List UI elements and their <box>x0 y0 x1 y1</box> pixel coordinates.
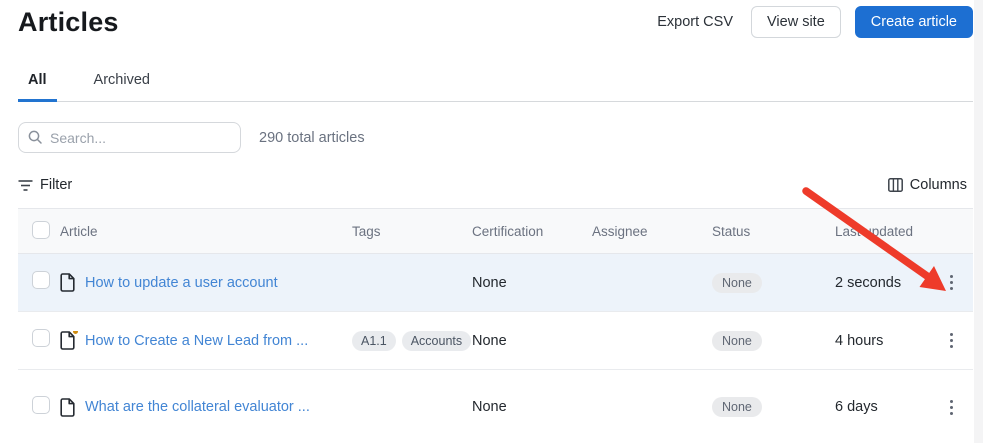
search-box <box>18 122 241 153</box>
row-actions-kebab-menu[interactable] <box>944 329 959 352</box>
tab-bar: All Archived <box>18 66 973 102</box>
total-articles-count: 290 total articles <box>259 129 365 146</box>
document-icon <box>60 331 79 350</box>
article-link[interactable]: What are the collateral evaluator ... <box>85 399 310 415</box>
tag-pill: Accounts <box>401 330 472 351</box>
table-row[interactable]: How to Create a New Lead from ... A1.1 Ac… <box>18 312 973 370</box>
filter-label: Filter <box>40 177 73 193</box>
create-article-button[interactable]: Create article <box>854 6 973 38</box>
tags-cell: A1.1 Accounts <box>352 330 472 351</box>
filter-button[interactable]: Filter <box>18 177 72 193</box>
export-csv-button[interactable]: Export CSV <box>653 8 737 36</box>
scrollbar-gutter <box>974 0 983 443</box>
articles-table: Article Tags Certification Assignee Stat… <box>18 208 973 444</box>
table-header-row: Article Tags Certification Assignee Stat… <box>18 208 973 254</box>
top-bar: Articles Export CSV View site Create art… <box>0 0 983 40</box>
certification-cell: None <box>472 399 507 415</box>
unsaved-changes-dot <box>72 331 79 335</box>
row-actions-kebab-menu[interactable] <box>944 271 959 294</box>
column-header-last-updated[interactable]: Last updated <box>835 224 930 239</box>
table-toolbar: Filter Columns <box>18 177 967 193</box>
column-header-article[interactable]: Article <box>60 224 352 239</box>
table-body: How to update a user account None None 2… <box>18 254 973 444</box>
last-updated-cell: 2 seconds <box>835 274 902 291</box>
page-title: Articles <box>18 6 119 37</box>
certification-cell: None <box>472 332 507 349</box>
columns-button[interactable]: Columns <box>887 177 967 193</box>
tag-pill: A1.1 <box>352 330 396 351</box>
column-header-assignee[interactable]: Assignee <box>592 224 712 239</box>
column-header-certification[interactable]: Certification <box>472 224 592 239</box>
status-cell: None <box>712 272 835 293</box>
tab-all[interactable]: All <box>18 66 57 102</box>
columns-icon <box>887 178 903 192</box>
top-actions: Export CSV View site Create article <box>653 6 973 38</box>
view-site-button[interactable]: View site <box>751 6 841 38</box>
certification-cell: None <box>472 274 507 291</box>
search-input[interactable] <box>18 122 241 153</box>
status-badge: None <box>712 272 762 293</box>
select-all-checkbox[interactable] <box>32 220 50 239</box>
article-link[interactable]: How to Create a New Lead from ... <box>85 333 308 349</box>
row-checkbox[interactable] <box>32 329 50 347</box>
document-icon <box>60 273 75 292</box>
search-row: 290 total articles <box>18 122 983 153</box>
search-icon <box>28 130 42 144</box>
row-actions-kebab-menu[interactable] <box>944 396 959 419</box>
table-row[interactable]: How to update a user account None None 2… <box>18 254 973 312</box>
status-badge: None <box>712 330 762 351</box>
tab-archived[interactable]: Archived <box>84 66 160 102</box>
status-cell: None <box>712 397 835 417</box>
filter-icon <box>18 179 33 191</box>
status-cell: None <box>712 330 835 351</box>
column-header-tags[interactable]: Tags <box>352 224 472 239</box>
row-checkbox[interactable] <box>32 271 50 289</box>
article-link[interactable]: How to update a user account <box>85 275 278 291</box>
table-row[interactable]: What are the collateral evaluator ... No… <box>18 370 973 444</box>
last-updated-cell: 4 hours <box>835 332 884 349</box>
row-checkbox[interactable] <box>32 395 50 414</box>
document-icon <box>60 397 75 417</box>
columns-label: Columns <box>909 177 967 193</box>
column-header-status[interactable]: Status <box>712 224 835 239</box>
status-badge: None <box>712 397 762 417</box>
articles-page: Articles Export CSV View site Create art… <box>0 0 983 444</box>
last-updated-cell: 6 days <box>835 399 878 415</box>
